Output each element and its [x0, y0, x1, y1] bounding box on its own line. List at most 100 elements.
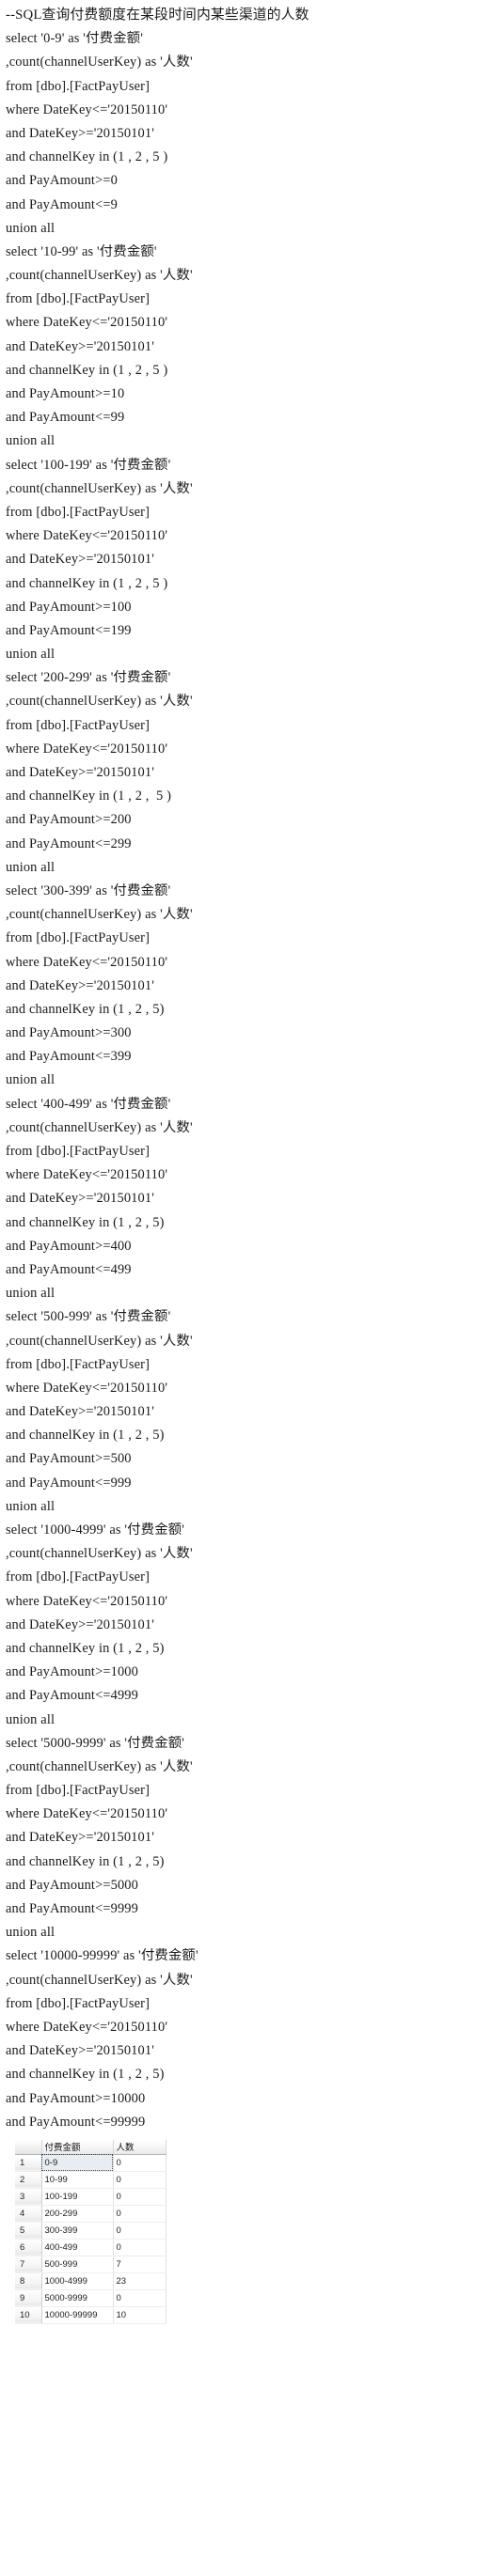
sql-line: where DateKey<='20150110': [6, 528, 168, 544]
sql-line: select '100-199' as '付费金额': [6, 457, 171, 473]
row-number-cell[interactable]: 5: [15, 2222, 42, 2240]
table-row[interactable]: 7 500-999 7: [15, 2256, 167, 2273]
sql-line: and DateKey>='20150101': [6, 1404, 154, 1420]
sql-line: ,count(channelUserKey) as '人数': [6, 480, 193, 496]
table-row[interactable]: 3 100-199 0: [15, 2188, 167, 2206]
result-grid-header-row: 付费金额 人数: [15, 2139, 167, 2155]
row-number-cell[interactable]: 9: [15, 2289, 42, 2307]
user-count-cell[interactable]: 0: [113, 2289, 167, 2307]
sql-line: and channelKey in (1 , 2 , 5): [6, 2067, 165, 2083]
pay-amount-cell[interactable]: 100-199: [41, 2188, 114, 2206]
sql-line: and PayAmount<=999: [6, 1475, 132, 1491]
user-count-cell[interactable]: 23: [113, 2272, 167, 2290]
sql-line: and PayAmount>=100: [6, 599, 132, 615]
row-number-cell[interactable]: 6: [15, 2239, 42, 2256]
sql-line: and PayAmount>=200: [6, 812, 132, 828]
pay-amount-cell[interactable]: 10-99: [41, 2171, 114, 2189]
table-row[interactable]: 8 1000-4999 23: [15, 2272, 167, 2290]
sql-line: where DateKey<='20150110': [6, 2019, 168, 2035]
sql-code-block[interactable]: --SQL查询付费额度在某段时间内某些渠道的人数 select '0-9' as …: [6, 4, 492, 2134]
sql-line: and PayAmount<=9999: [6, 1901, 138, 1916]
sql-line: ,count(channelUserKey) as '人数': [6, 1972, 193, 1988]
sql-line: ,count(channelUserKey) as '人数': [6, 694, 193, 710]
result-grid-header: 付费金额 人数: [15, 2139, 167, 2155]
sql-line: select '400-499' as '付费金额': [6, 1096, 171, 1112]
row-number-cell[interactable]: 2: [15, 2171, 42, 2189]
row-number-cell[interactable]: 4: [15, 2205, 42, 2223]
sql-line: and DateKey>='20150101': [6, 1616, 154, 1632]
table-row[interactable]: 4 200-299 0: [15, 2205, 167, 2223]
sql-line: and channelKey in (1 , 2 , 5): [6, 1853, 165, 1869]
sql-line: select '10-99' as '付费金额': [6, 243, 157, 259]
sql-line: and PayAmount<=99999: [6, 2114, 146, 2130]
sql-line: and channelKey in (1 , 2 , 5 ): [6, 362, 168, 378]
sql-line: and channelKey in (1 , 2 , 5 ): [6, 788, 172, 804]
row-number-cell[interactable]: 1: [15, 2154, 42, 2172]
sql-line: union all: [6, 859, 56, 875]
result-grid-corner[interactable]: [15, 2139, 42, 2155]
document-page: --SQL查询付费额度在某段时间内某些渠道的人数 select '0-9' as …: [0, 0, 492, 2576]
sql-line: and DateKey>='20150101': [6, 1191, 154, 1207]
sql-line: and PayAmount<=4999: [6, 1688, 138, 1704]
table-row[interactable]: 2 10-99 0: [15, 2171, 167, 2189]
sql-line: and PayAmount>=10000: [6, 2090, 146, 2106]
sql-line: and PayAmount<=499: [6, 1261, 132, 1277]
sql-line: union all: [6, 433, 56, 449]
sql-line: and PayAmount<=299: [6, 835, 132, 851]
query-result-grid[interactable]: 付费金额 人数 1 0-9 0 2 10-99 0 3 100-199 0 4 200-299 0 5 30…: [15, 2139, 167, 2324]
sql-line: from [dbo].[FactPayUser]: [6, 1783, 151, 1799]
pay-amount-cell[interactable]: 5000-9999: [41, 2289, 114, 2307]
sql-line: from [dbo].[FactPayUser]: [6, 1569, 151, 1585]
table-row[interactable]: 5 300-399 0: [15, 2222, 167, 2240]
user-count-cell[interactable]: 0: [113, 2154, 167, 2172]
user-count-cell[interactable]: 0: [113, 2188, 167, 2206]
pay-amount-cell[interactable]: 200-299: [41, 2205, 114, 2223]
sql-line: and PayAmount<=99: [6, 410, 125, 426]
row-number-cell[interactable]: 7: [15, 2256, 42, 2273]
sql-line: select '300-399' as '付费金额': [6, 882, 171, 898]
sql-line: union all: [6, 647, 56, 663]
user-count-cell[interactable]: 10: [113, 2306, 167, 2324]
sql-line: and DateKey>='20150101': [6, 1830, 154, 1846]
column-header-2[interactable]: 人数: [113, 2139, 167, 2155]
sql-line: and PayAmount>=5000: [6, 1877, 138, 1893]
row-number-cell[interactable]: 10: [15, 2306, 42, 2324]
sql-line: union all: [6, 1286, 56, 1302]
pay-amount-cell[interactable]: 300-399: [41, 2222, 114, 2240]
sql-line: from [dbo].[FactPayUser]: [6, 78, 151, 94]
table-row[interactable]: 9 5000-9999 0: [15, 2289, 167, 2307]
sql-line: select '500-999' as '付费金额': [6, 1309, 171, 1325]
pay-amount-cell[interactable]: 10000-99999: [41, 2306, 114, 2324]
sql-line: select '5000-9999' as '付费金额': [6, 1735, 185, 1751]
table-row[interactable]: 1 0-9 0: [15, 2154, 167, 2172]
pay-amount-cell[interactable]: 0-9: [41, 2154, 114, 2172]
sql-line: and DateKey>='20150101': [6, 125, 154, 141]
sql-line: ,count(channelUserKey) as '人数': [6, 268, 193, 284]
pay-amount-cell[interactable]: 1000-4999: [41, 2272, 114, 2290]
user-count-cell[interactable]: 0: [113, 2222, 167, 2240]
sql-line: ,count(channelUserKey) as '人数': [6, 1333, 193, 1349]
sql-comment-line: --SQL查询付费额度在某段时间内某些渠道的人数: [6, 8, 309, 23]
pay-amount-cell[interactable]: 400-499: [41, 2239, 114, 2256]
sql-line: ,count(channelUserKey) as '人数': [6, 1758, 193, 1774]
sql-line: select '1000-4999' as '付费金额': [6, 1522, 185, 1538]
table-row[interactable]: 10 10000-99999 10: [15, 2306, 167, 2324]
row-number-cell[interactable]: 3: [15, 2188, 42, 2206]
user-count-cell[interactable]: 0: [113, 2205, 167, 2223]
sql-line: union all: [6, 1072, 56, 1088]
user-count-cell[interactable]: 7: [113, 2256, 167, 2273]
user-count-cell[interactable]: 0: [113, 2239, 167, 2256]
sql-line: union all: [6, 1711, 56, 1727]
sql-line: and PayAmount>=500: [6, 1451, 132, 1467]
user-count-cell[interactable]: 0: [113, 2171, 167, 2189]
sql-line: and PayAmount<=9: [6, 196, 118, 212]
column-header-1[interactable]: 付费金额: [41, 2139, 114, 2155]
result-grid-body[interactable]: 1 0-9 0 2 10-99 0 3 100-199 0 4 200-299 0 5 300-399 0 6…: [15, 2154, 167, 2324]
pay-amount-cell[interactable]: 500-999: [41, 2256, 114, 2273]
sql-line: from [dbo].[FactPayUser]: [6, 504, 151, 520]
row-number-cell[interactable]: 8: [15, 2272, 42, 2290]
sql-line: where DateKey<='20150110': [6, 101, 168, 117]
table-row[interactable]: 6 400-499 0: [15, 2239, 167, 2256]
sql-line: and DateKey>='20150101': [6, 977, 154, 993]
sql-line: from [dbo].[FactPayUser]: [6, 1995, 151, 2011]
